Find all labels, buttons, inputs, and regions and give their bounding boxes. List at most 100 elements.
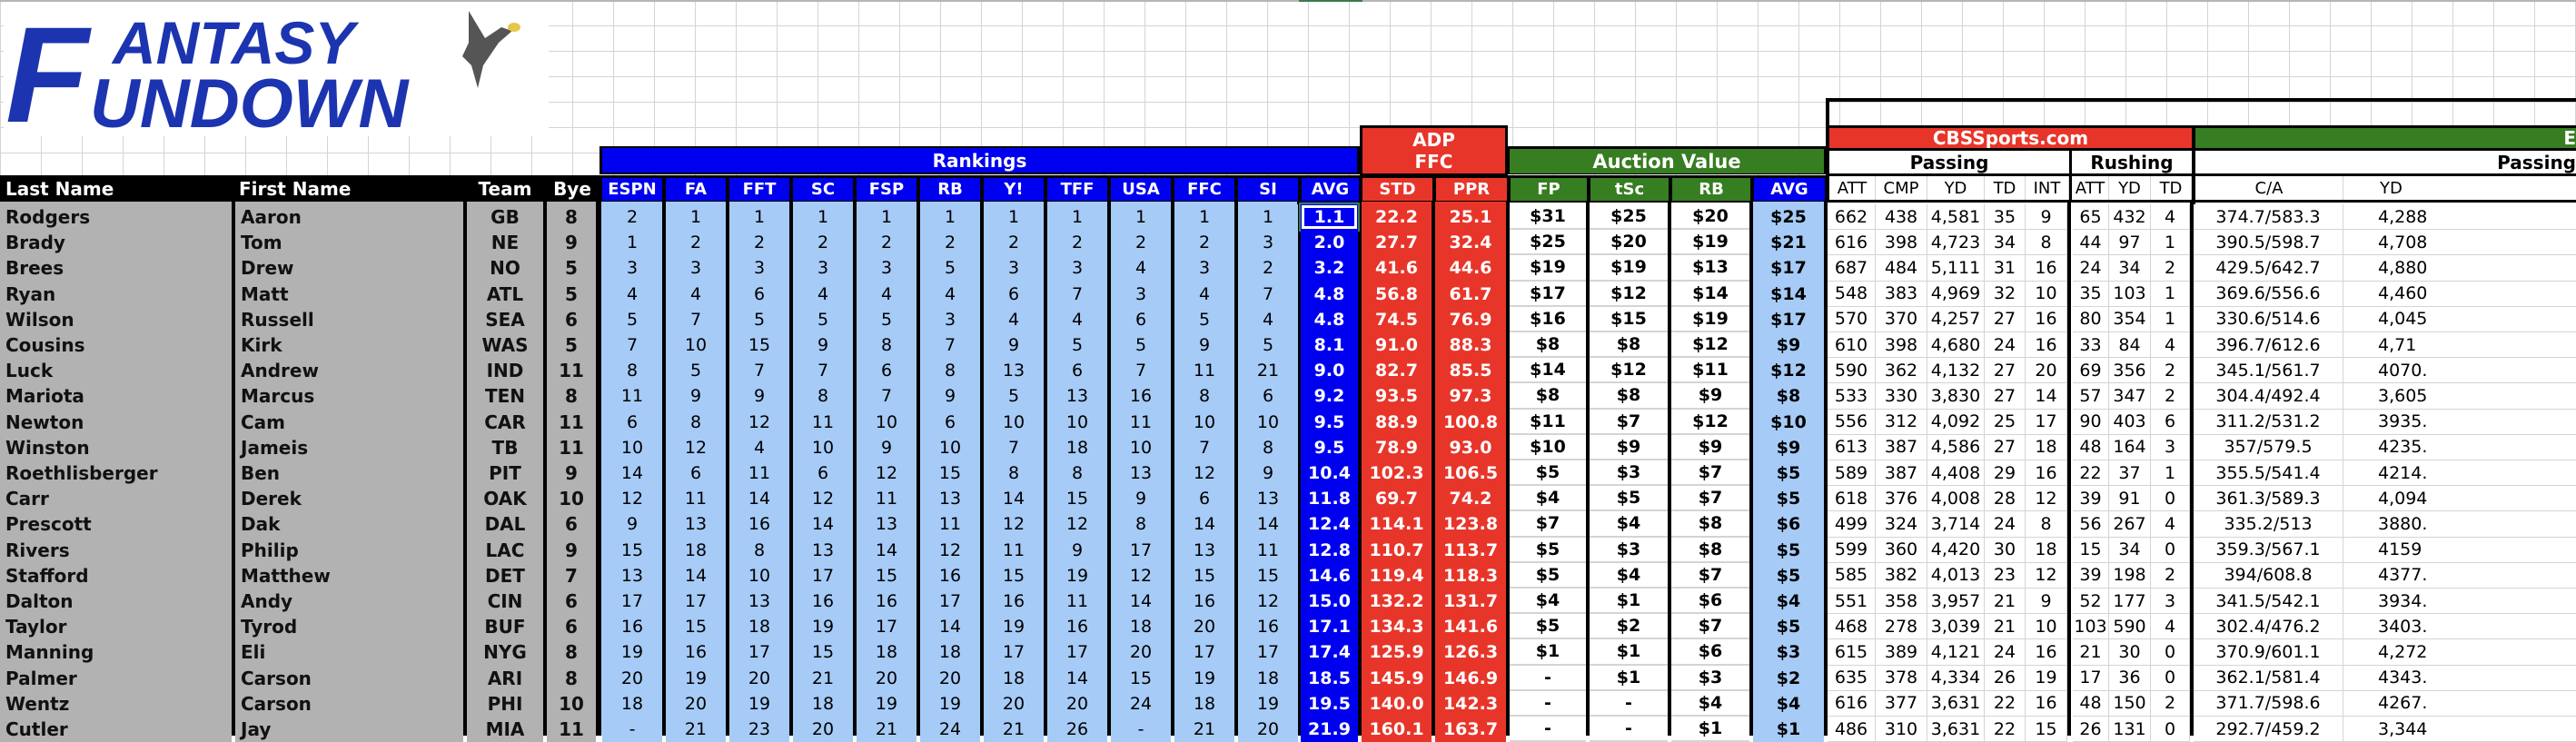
- rank-value-usa[interactable]: 15: [1111, 665, 1171, 691]
- cbs-rush-yd-value[interactable]: 97: [2109, 230, 2151, 256]
- cbs-pass-yd-value[interactable]: 4,581: [1927, 204, 1985, 231]
- auction-fp-value[interactable]: $8: [1510, 383, 1586, 410]
- cbs-pass-att-value[interactable]: 499: [1828, 511, 1876, 538]
- next-passing-col-yd[interactable]: YD: [2343, 176, 2576, 200]
- next-pass-ca-value[interactable]: 362.1/581.4: [2194, 665, 2343, 691]
- player-first-name[interactable]: Aaron: [235, 204, 463, 231]
- auction-tsc-value[interactable]: $12: [1590, 358, 1668, 384]
- cbs-group-header[interactable]: CBSSports.com: [1829, 128, 2192, 148]
- rank-value-y[interactable]: 20: [984, 690, 1044, 717]
- player-bye[interactable]: 11: [547, 358, 596, 384]
- cbs-rush-att-value[interactable]: 65: [2073, 204, 2109, 231]
- rank-value-ffc[interactable]: 21: [1174, 717, 1234, 742]
- cbs-rush-td-value[interactable]: 1: [2151, 281, 2190, 307]
- cbs-pass-int-value[interactable]: 8: [2026, 230, 2067, 256]
- rank-value-fsp[interactable]: 9: [857, 434, 916, 460]
- adp-std-value[interactable]: 134.3: [1362, 614, 1432, 640]
- player-first-name[interactable]: Andy: [235, 589, 463, 615]
- cbs-rush-att-value[interactable]: 48: [2073, 434, 2109, 460]
- rank-value-fa[interactable]: 11: [666, 486, 726, 512]
- cbs-rush-yd-value[interactable]: 354: [2109, 306, 2151, 332]
- cbs-rush-td-value[interactable]: 2: [2151, 383, 2190, 410]
- auction-tsc-value[interactable]: $8: [1590, 332, 1668, 359]
- cbs-pass-att-value[interactable]: 468: [1828, 614, 1876, 640]
- adp-std-value[interactable]: 27.7: [1362, 230, 1432, 256]
- cbs-pass-int-value[interactable]: 18: [2026, 537, 2067, 563]
- rank-value-sc[interactable]: 9: [793, 332, 853, 359]
- rank-value-ffc[interactable]: 3: [1174, 255, 1234, 282]
- cbs-pass-att-value[interactable]: 610: [1828, 332, 1876, 359]
- rank-value-espn[interactable]: 5: [602, 306, 662, 332]
- adp-ppr-value[interactable]: 88.3: [1435, 332, 1506, 359]
- rank-value-espn[interactable]: 15: [602, 537, 662, 563]
- next-pass-ca-value[interactable]: 355.5/541.4: [2194, 460, 2343, 487]
- rank-value-rb[interactable]: 3: [920, 306, 980, 332]
- rank-value-y[interactable]: 14: [984, 486, 1044, 512]
- rank-value-ffc[interactable]: 11: [1174, 358, 1234, 384]
- adp-std-value[interactable]: 74.5: [1362, 306, 1432, 332]
- rank-col-header-fsp[interactable]: FSP: [857, 178, 916, 201]
- adp-ppr-value[interactable]: 141.6: [1435, 614, 1506, 640]
- rank-value-fft[interactable]: 5: [729, 306, 789, 332]
- rank-value-si[interactable]: 9: [1238, 460, 1298, 487]
- rank-value-tff[interactable]: 5: [1047, 332, 1107, 359]
- rank-col-header-espn[interactable]: ESPN: [602, 178, 662, 201]
- rank-avg-value[interactable]: 9.5: [1301, 434, 1358, 460]
- rank-value-si[interactable]: 5: [1238, 332, 1298, 359]
- auction-col-header-avg[interactable]: AVG: [1754, 178, 1825, 201]
- auction-tsc-value[interactable]: $12: [1590, 281, 1668, 307]
- rank-value-fft[interactable]: 2: [729, 230, 789, 256]
- cbs-rush-yd-value[interactable]: 347: [2109, 383, 2151, 410]
- rank-value-y[interactable]: 11: [984, 537, 1044, 563]
- cbs-rush-att-value[interactable]: 90: [2073, 409, 2109, 435]
- cbs-rush-td-value[interactable]: 4: [2151, 511, 2190, 538]
- rank-value-fft[interactable]: 18: [729, 614, 789, 640]
- cbs-pass-cmp-value[interactable]: 370: [1876, 306, 1927, 332]
- auction-fp-value[interactable]: $10: [1510, 434, 1586, 460]
- rank-value-rb[interactable]: 4: [920, 281, 980, 307]
- rank-value-usa[interactable]: 9: [1111, 486, 1171, 512]
- rank-avg-value[interactable]: 3.2: [1301, 255, 1358, 282]
- cbs-rush-yd-value[interactable]: 131: [2109, 717, 2151, 742]
- cbs-pass-att-value[interactable]: 589: [1828, 460, 1876, 487]
- player-team[interactable]: ARI: [467, 665, 543, 691]
- cbs-pass-int-value[interactable]: 16: [2026, 332, 2067, 359]
- player-team[interactable]: GB: [467, 204, 543, 231]
- next-pass-yd-value[interactable]: 4,71: [2343, 332, 2576, 359]
- player-first-name[interactable]: Carson: [235, 665, 463, 691]
- cbs-pass-att-value[interactable]: 599: [1828, 537, 1876, 563]
- cbs-rush-yd-value[interactable]: 34: [2109, 537, 2151, 563]
- player-last-name[interactable]: Prescott: [0, 511, 232, 538]
- player-team[interactable]: DAL: [467, 511, 543, 538]
- auction-tsc-value[interactable]: $9: [1590, 434, 1668, 460]
- next-pass-ca-value[interactable]: 429.5/642.7: [2194, 255, 2343, 282]
- auction-tsc-value[interactable]: $4: [1590, 511, 1668, 538]
- player-last-name[interactable]: Taylor: [0, 614, 232, 640]
- rank-value-ffc[interactable]: 8: [1174, 383, 1234, 410]
- cbs-rush-yd-value[interactable]: 403: [2109, 409, 2151, 435]
- auction-tsc-value[interactable]: $5: [1590, 486, 1668, 512]
- rank-value-si[interactable]: 8: [1238, 434, 1298, 460]
- player-first-name[interactable]: Dak: [235, 511, 463, 538]
- player-last-name[interactable]: Palmer: [0, 665, 232, 691]
- cbs-rush-td-value[interactable]: 1: [2151, 230, 2190, 256]
- rank-col-header-ffc[interactable]: FFC: [1174, 178, 1234, 201]
- rank-avg-value[interactable]: 14.6: [1301, 562, 1358, 589]
- player-bye[interactable]: 6: [547, 589, 596, 615]
- rank-value-si[interactable]: 4: [1238, 306, 1298, 332]
- rank-value-espn[interactable]: 6: [602, 409, 662, 435]
- cbs-rush-att-value[interactable]: 57: [2073, 383, 2109, 410]
- rank-value-fsp[interactable]: 18: [857, 639, 916, 666]
- auction-fp-value[interactable]: $1: [1510, 639, 1586, 666]
- auction-avg-value[interactable]: $10: [1753, 409, 1824, 435]
- auction-avg-value[interactable]: $5: [1753, 486, 1824, 512]
- rank-value-fa[interactable]: 18: [666, 537, 726, 563]
- player-bye[interactable]: 6: [547, 614, 596, 640]
- adp-group-header[interactable]: ADP: [1362, 128, 1505, 151]
- rank-value-y[interactable]: 12: [984, 511, 1044, 538]
- cbs-pass-att-value[interactable]: 533: [1828, 383, 1876, 410]
- player-last-name[interactable]: Ryan: [0, 281, 232, 307]
- rank-value-sc[interactable]: 20: [793, 717, 853, 742]
- cbs-rushing-col-td[interactable]: TD: [2151, 176, 2192, 200]
- adp-std-value[interactable]: 91.0: [1362, 332, 1432, 359]
